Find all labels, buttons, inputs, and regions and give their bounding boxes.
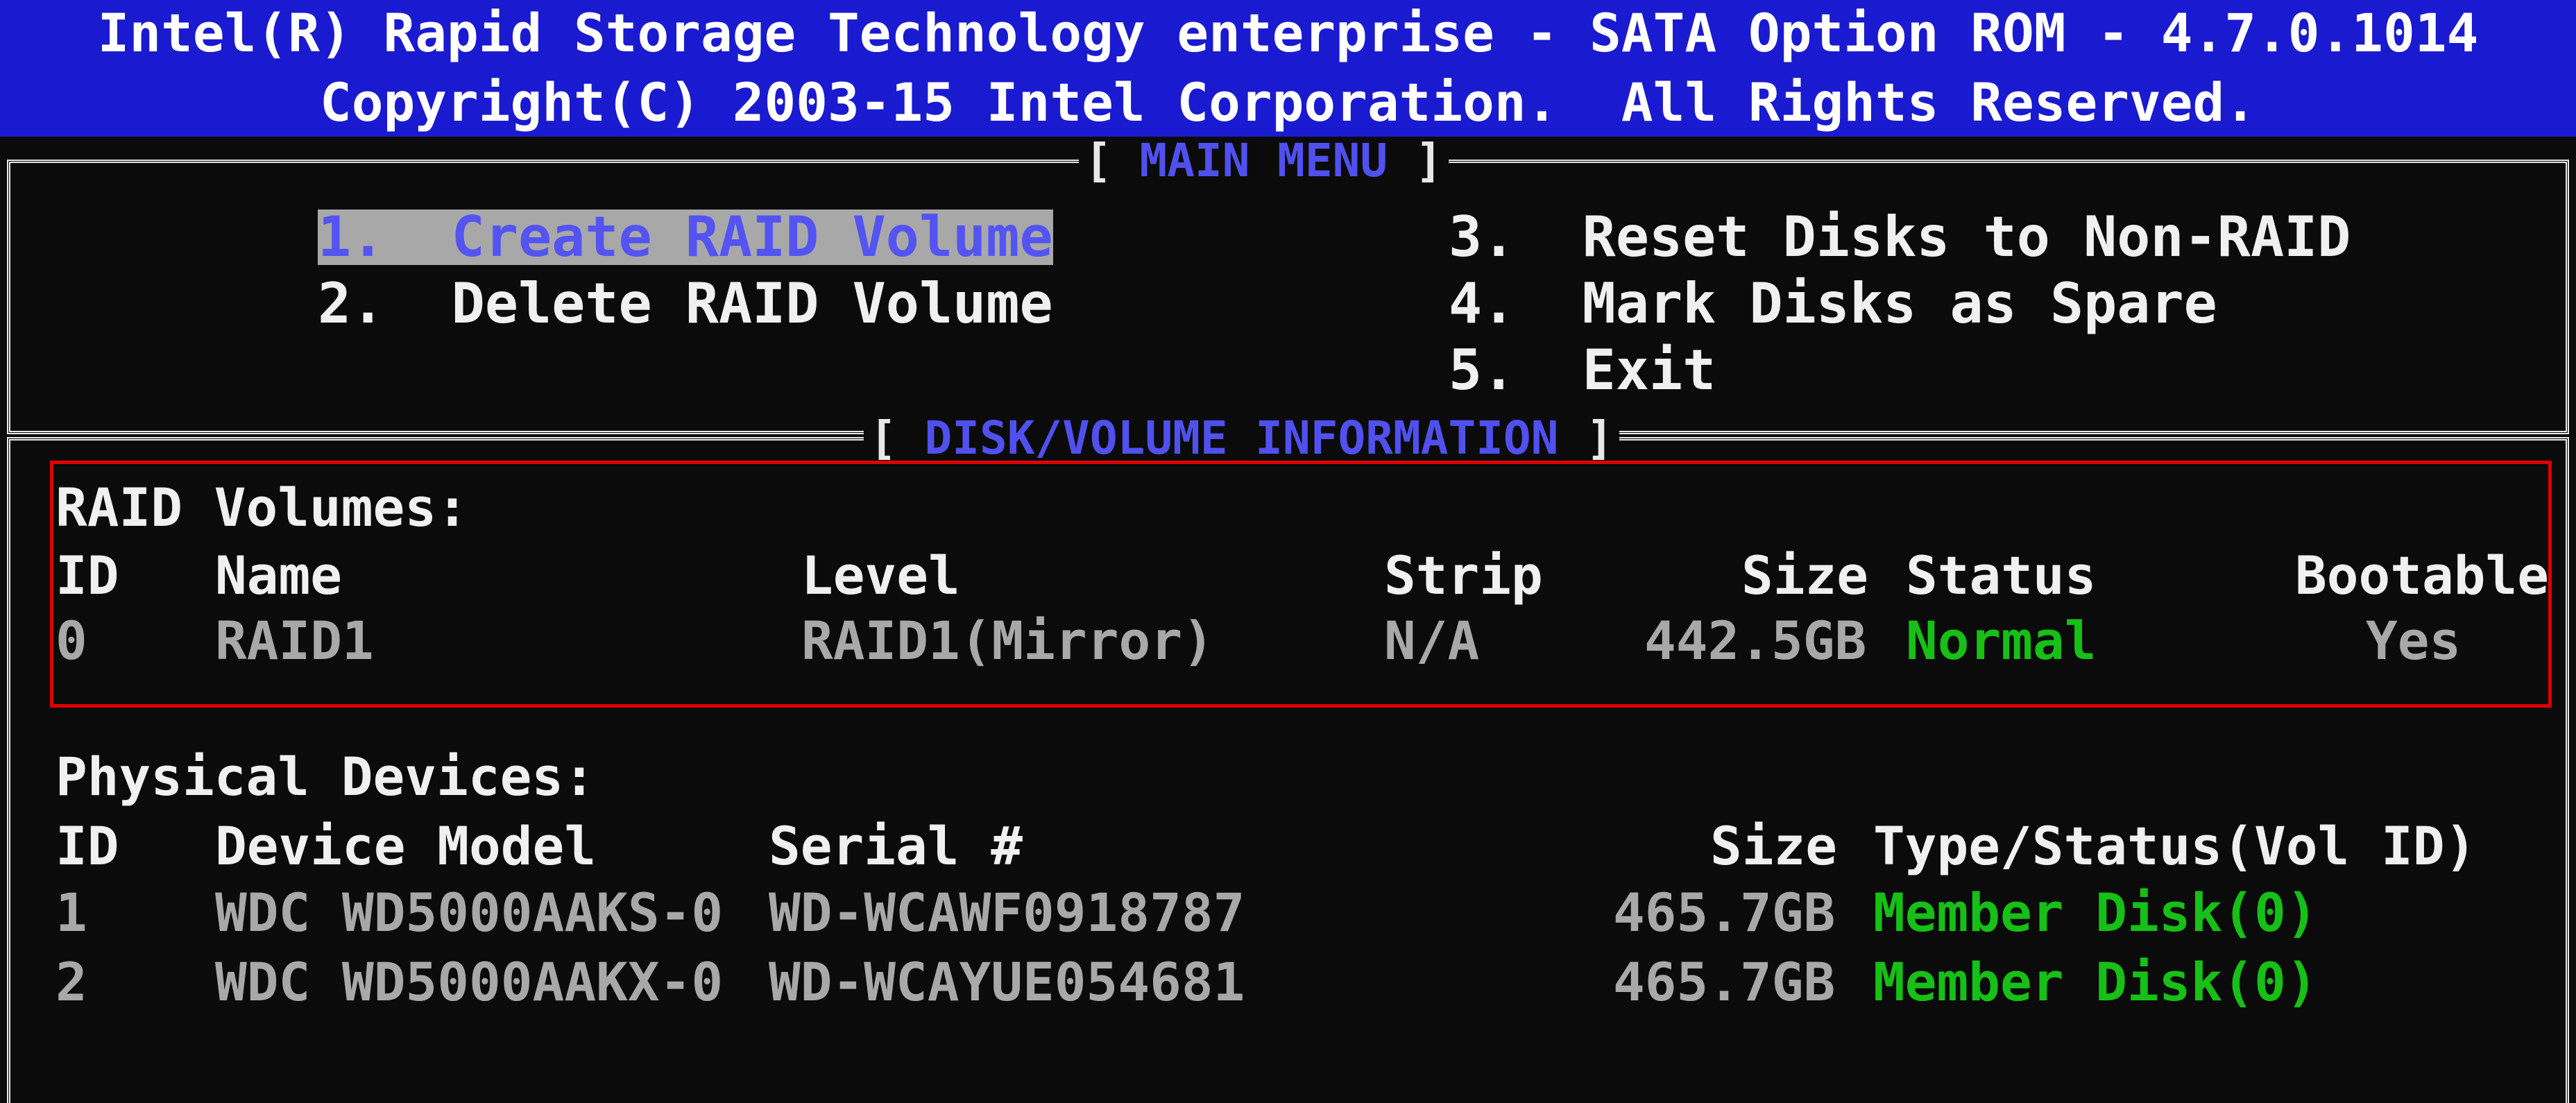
pd-size: 465.7GB xyxy=(1613,882,1836,943)
menu-item-number: 5. xyxy=(1449,338,1516,402)
pd-col-size: Size xyxy=(1710,815,1838,877)
raid-col-level: Level xyxy=(801,545,960,606)
pd-id: 2 xyxy=(56,951,87,1013)
pd-type-status: Member Disk(0) xyxy=(1873,882,2318,943)
menu-item-label: Reset Disks to Non-RAID xyxy=(1582,205,2351,269)
raid-col-bootable: Bootable xyxy=(2295,545,2550,606)
raid-col-size: Size xyxy=(1741,545,1869,606)
pd-id: 1 xyxy=(56,882,87,943)
menu-item-number: 3. xyxy=(1449,205,1516,269)
raid-col-id: ID xyxy=(56,545,119,606)
raid-col-name: Name xyxy=(215,545,343,606)
raid-volume-size: 442.5GB xyxy=(1644,610,1867,672)
raid-volume-level: RAID1(Mirror) xyxy=(801,610,1214,672)
menu-item-label: Exit xyxy=(1582,338,1716,402)
pd-size: 465.7GB xyxy=(1613,951,1836,1013)
physical-devices-heading: Physical Devices: xyxy=(56,746,595,807)
menu-item-create-raid-volume[interactable]: 1. Create RAID Volume xyxy=(318,210,1053,265)
menu-item-number: 4. xyxy=(1449,271,1516,336)
menu-item-label: Mark Disks as Spare xyxy=(1582,271,2217,336)
menu-item-exit[interactable]: 5. Exit xyxy=(1449,343,1716,398)
raid-volume-bootable: Yes xyxy=(2366,610,2462,672)
menu-item-label: Create RAID Volume xyxy=(451,205,1053,269)
rom-copyright: Copyright(C) 2003-15 Intel Corporation. … xyxy=(319,71,2257,133)
raid-volume-name: RAID1 xyxy=(215,610,374,672)
menu-item-label: Delete RAID Volume xyxy=(451,271,1053,336)
pd-serial: WD-WCAYUE054681 xyxy=(769,951,1245,1013)
pd-model: WDC WD5000AAKX-0 xyxy=(215,951,724,1013)
raid-col-status: Status xyxy=(1906,545,2097,606)
raid-volumes-heading: RAID Volumes: xyxy=(56,477,468,538)
pd-model: WDC WD5000AAKS-0 xyxy=(215,882,724,943)
menu-item-delete-raid-volume[interactable]: 2. Delete RAID Volume xyxy=(318,276,1053,332)
main-menu-header: [ MAIN MENU ] xyxy=(1079,138,1449,184)
pd-col-model: Device Model xyxy=(215,815,597,877)
disk-info-header: [ DISK/VOLUME INFORMATION ] xyxy=(864,416,1619,461)
main-menu-title: MAIN MENU xyxy=(1139,134,1388,187)
menu-item-mark-spare[interactable]: 4. Mark Disks as Spare xyxy=(1449,276,2217,332)
pd-col-serial: Serial # xyxy=(769,815,1023,877)
rom-header: Intel(R) Rapid Storage Technology enterp… xyxy=(0,0,2576,137)
pd-type-status: Member Disk(0) xyxy=(1873,951,2318,1013)
pd-col-id: ID xyxy=(56,815,119,877)
menu-item-reset-disks[interactable]: 3. Reset Disks to Non-RAID xyxy=(1449,210,2351,265)
rom-title: Intel(R) Rapid Storage Technology enterp… xyxy=(97,2,2479,64)
raid-col-strip: Strip xyxy=(1384,545,1543,606)
menu-item-number: 2. xyxy=(318,271,385,336)
disk-info-title: DISK/VOLUME INFORMATION xyxy=(924,411,1559,465)
raid-volume-status: Normal xyxy=(1906,610,2097,672)
pd-serial: WD-WCAWF0918787 xyxy=(769,882,1245,943)
raid-volume-id: 0 xyxy=(56,610,87,672)
raid-volume-strip: N/A xyxy=(1384,610,1480,672)
menu-item-number: 1. xyxy=(318,205,385,269)
pd-col-type-status: Type/Status(Vol ID) xyxy=(1873,815,2477,877)
